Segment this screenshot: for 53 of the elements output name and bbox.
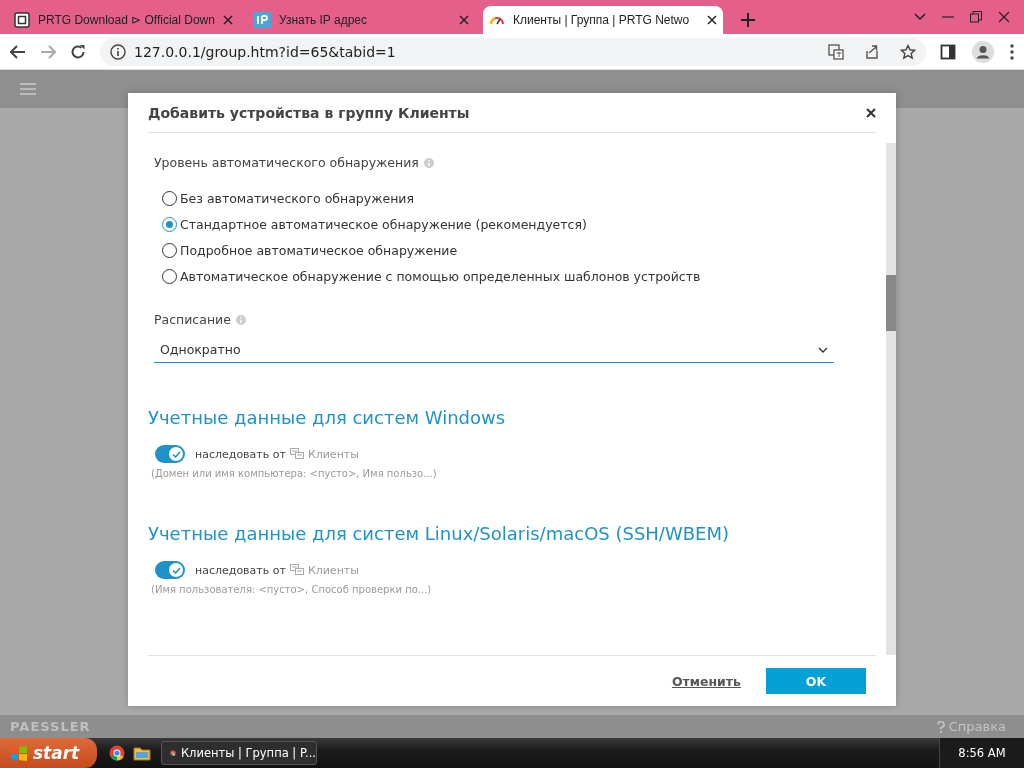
info-icon [423, 157, 434, 168]
section-heading: Учетные данные для систем Windows [148, 407, 507, 428]
clock: 8:56 AM [939, 738, 1024, 768]
field-label: Уровень автоматического обнаружения [154, 155, 419, 170]
windows-flag-icon [10, 745, 28, 761]
back-arrow-icon[interactable] [10, 44, 26, 59]
folder-icon[interactable] [133, 745, 151, 761]
browser-tab[interactable]: Узнать IP адрес [246, 6, 475, 34]
profile-avatar-icon[interactable] [972, 40, 994, 63]
share-icon[interactable] [864, 43, 880, 60]
translate-icon[interactable] [828, 43, 844, 60]
info-icon[interactable] [110, 43, 126, 60]
taskbar-window-button[interactable]: Клиенты | Группа | P... [161, 741, 317, 765]
browser-tab[interactable]: Клиенты | Группа | PRTG Netwo [482, 6, 723, 34]
square-logo-icon [14, 12, 30, 28]
help-icon [936, 720, 945, 733]
field-label: Расписание [154, 312, 231, 327]
start-button[interactable]: start [0, 738, 97, 768]
dialog-title: Добавить устройства в группу Клиенты [148, 104, 470, 121]
star-icon[interactable] [900, 43, 916, 60]
check-icon [171, 450, 181, 458]
credentials-summary: (Домен или имя компьютера: <пусто>, Имя пользо...) [151, 468, 438, 479]
inherit-toggle[interactable] [155, 445, 185, 463]
restore-icon[interactable] [970, 11, 982, 23]
new-tab-icon[interactable] [740, 13, 755, 27]
reload-icon[interactable] [70, 43, 86, 60]
schedule-dropdown[interactable]: Однократно [154, 337, 834, 363]
more-menu-icon[interactable] [1010, 43, 1014, 60]
chevron-down-icon[interactable] [914, 13, 926, 21]
radio-option[interactable]: Подробное автоматическое обнаружение [162, 240, 856, 260]
info-icon [235, 314, 246, 325]
check-icon [171, 566, 181, 574]
chevron-down-icon [818, 346, 828, 353]
cancel-link[interactable]: Отменить [671, 673, 741, 689]
radio-option[interactable]: Автоматическое обнаружение с помощью определенных шаблонов устройств [162, 266, 856, 286]
scrollbar[interactable] [886, 143, 896, 655]
radio-option[interactable]: Без автоматического обнаружения [162, 188, 856, 208]
group-icon [289, 448, 304, 460]
inherit-label: наследовать от [195, 563, 286, 577]
section-heading: Учетные данные для систем Linux/Solaris/macOS (SSH/WBEM) [148, 523, 730, 544]
address-field[interactable]: 127.0.0.1/group.htm?id=65&tabid=1 [100, 37, 926, 66]
browser-tab[interactable]: PRTG Download ⊳ Official Down [8, 6, 239, 34]
scrollbar-thumb[interactable] [886, 275, 896, 331]
inherit-toggle[interactable] [155, 561, 185, 579]
inherit-label: наследовать от [195, 447, 286, 461]
group-icon [289, 564, 304, 576]
radio-option[interactable]: Стандартное автоматическое обнаружение (рекомендуется) [162, 214, 856, 234]
close-icon[interactable] [866, 107, 876, 118]
ip-logo-icon [252, 12, 271, 28]
side-panel-icon[interactable] [940, 43, 956, 60]
credentials-summary: (Имя пользователя: <пусто>, Способ проверки по...) [151, 584, 433, 595]
chrome-icon[interactable] [109, 745, 125, 761]
close-icon[interactable] [706, 15, 717, 25]
